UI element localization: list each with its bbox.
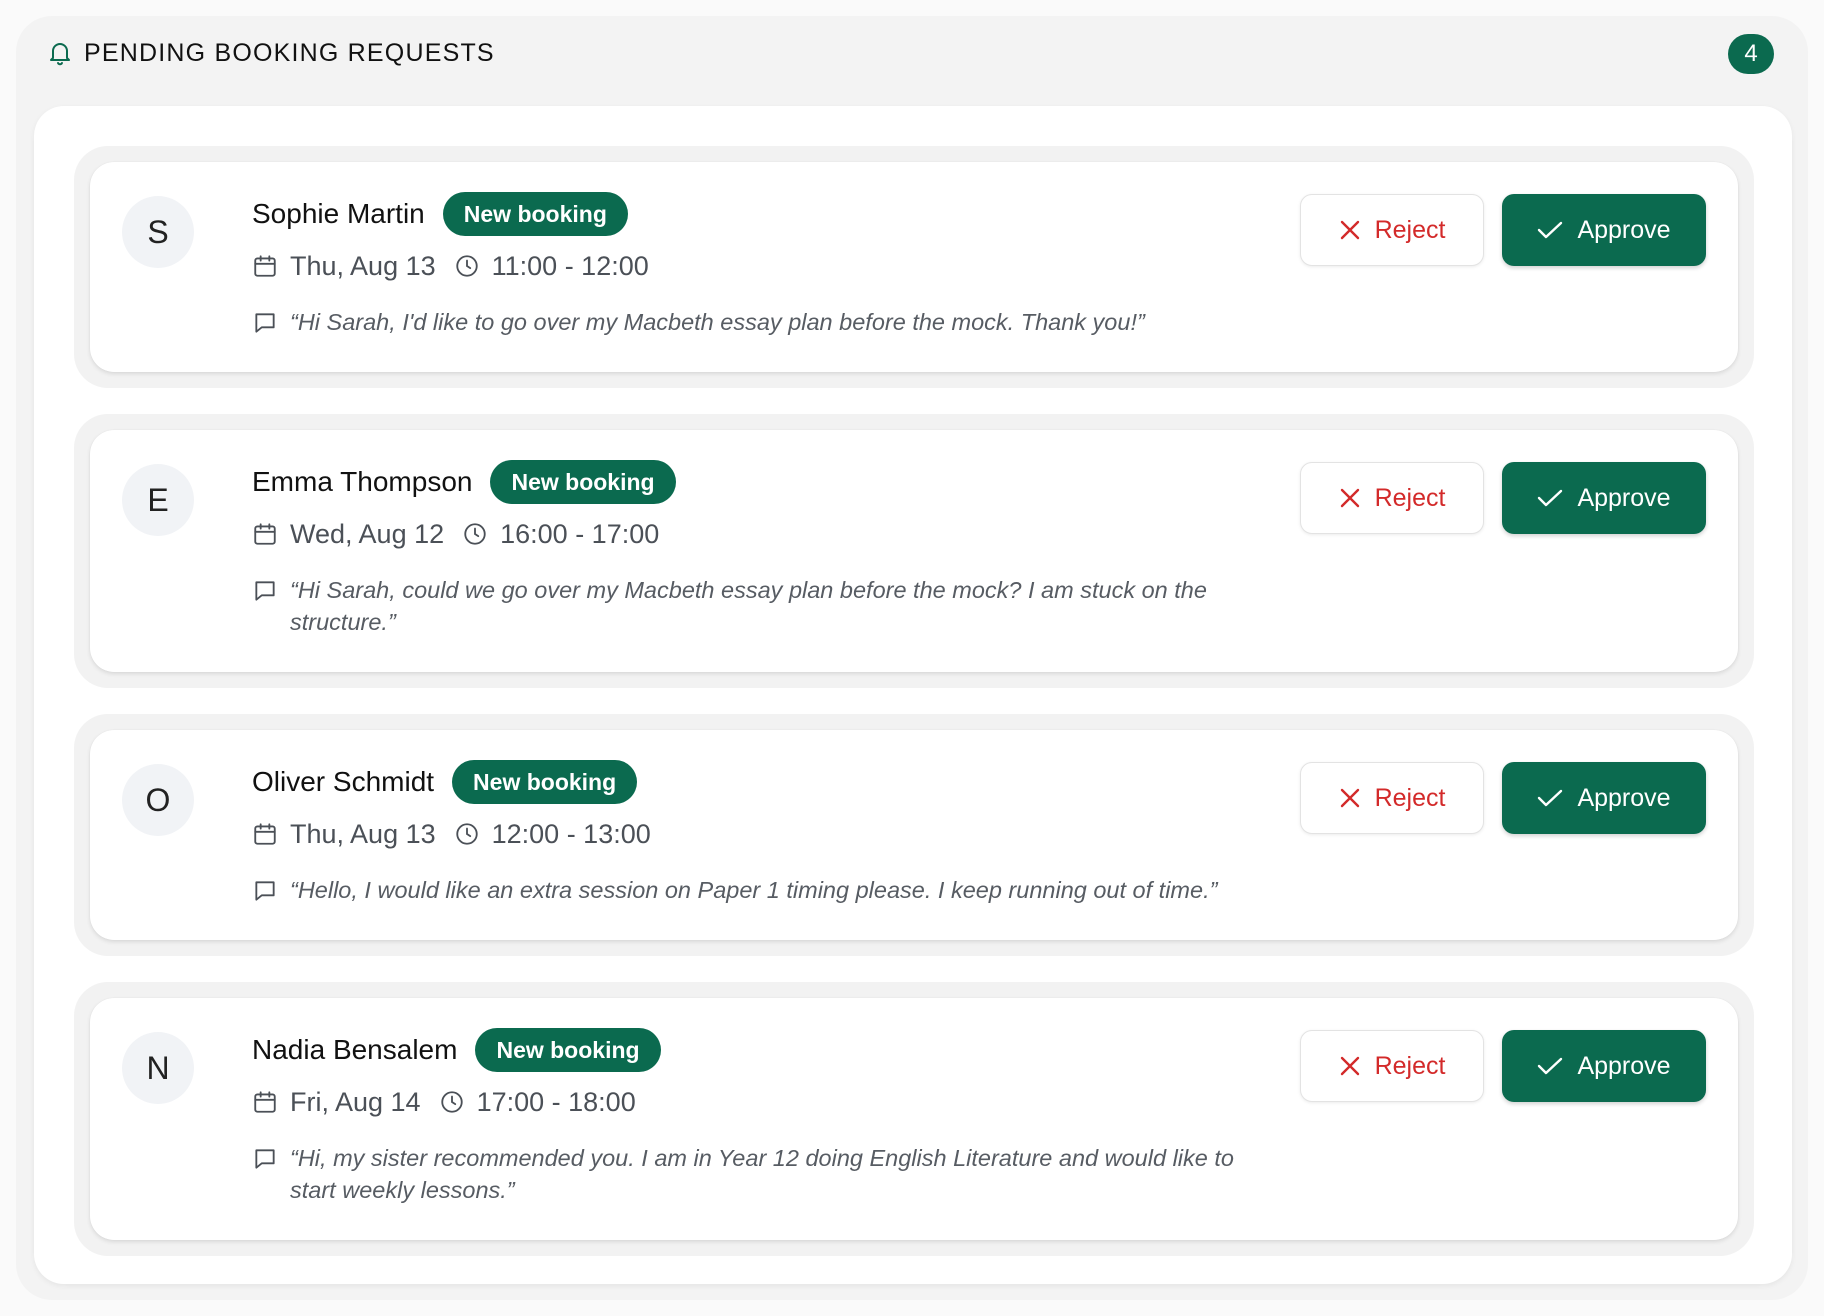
approve-button[interactable]: Approve [1502,762,1706,834]
booking-time: 12:00 - 13:00 [491,818,651,849]
request-item: N Nadia Bensalem New booking Fri, Aug 14… [74,982,1754,1256]
check-icon [1538,1057,1563,1075]
reject-button[interactable]: Reject [1300,762,1484,834]
pending-requests-panel: PENDING BOOKING REQUESTS 4 S Sophie Mart… [16,16,1808,1300]
message-icon [255,313,275,333]
pending-count-badge: 4 [1728,34,1774,74]
booking-date: Thu, Aug 13 [290,818,436,849]
new-booking-badge: New booking [475,1028,661,1072]
reject-button[interactable]: Reject [1300,194,1484,266]
request-card: E Emma Thompson New booking Wed, Aug 12 … [90,430,1738,672]
calendar-icon [254,1091,276,1113]
panel-title: PENDING BOOKING REQUESTS [84,39,495,67]
avatar: E [122,464,194,536]
request-list: S Sophie Martin New booking Thu, Aug 13 … [74,146,1754,1282]
close-icon [1340,220,1359,240]
booking-time: 17:00 - 18:00 [476,1086,636,1117]
booking-time: 11:00 - 12:00 [491,250,649,281]
calendar-icon [254,255,276,277]
booking-date: Thu, Aug 13 [290,250,436,281]
booking-time: 16:00 - 17:00 [500,518,660,549]
new-booking-badge: New booking [442,192,628,236]
reject-label: Reject [1374,215,1446,244]
reject-label: Reject [1374,1051,1446,1080]
student-name: Oliver Schmidt [252,766,435,797]
approve-label: Approve [1577,783,1671,812]
avatar: O [122,764,194,836]
check-icon [1538,489,1563,507]
request-message: “Hi Sarah, could we go over my Macbeth e… [290,577,1207,635]
check-icon [1538,221,1563,239]
new-booking-badge: New booking [490,460,676,504]
booking-date: Wed, Aug 12 [290,518,445,549]
request-message: “Hello, I would like an extra session on… [290,877,1218,903]
avatar: S [122,196,194,268]
close-icon [1340,788,1359,808]
clock-icon [455,823,478,845]
request-card: O Oliver Schmidt New booking Thu, Aug 13… [90,730,1738,940]
approve-button[interactable]: Approve [1502,194,1706,266]
reject-label: Reject [1374,483,1446,512]
request-message: “Hi Sarah, I'd like to go over my Macbet… [290,309,1145,335]
panel-header: PENDING BOOKING REQUESTS 4 [16,16,1808,88]
close-icon [1340,1056,1359,1076]
reject-button[interactable]: Reject [1300,462,1484,534]
message-icon [255,1149,275,1169]
booking-date: Fri, Aug 14 [290,1086,421,1117]
approve-label: Approve [1577,1051,1671,1080]
message-icon [255,581,275,601]
clock-icon [455,255,478,277]
request-card: S Sophie Martin New booking Thu, Aug 13 … [90,162,1738,372]
message-icon [255,881,275,901]
student-name: Nadia Bensalem [252,1034,458,1065]
check-icon [1538,789,1563,807]
request-card: N Nadia Bensalem New booking Fri, Aug 14… [90,998,1738,1240]
student-name: Sophie Martin [252,198,425,229]
request-item: S Sophie Martin New booking Thu, Aug 13 … [74,146,1754,388]
student-name: Emma Thompson [252,466,473,497]
request-item: O Oliver Schmidt New booking Thu, Aug 13… [74,714,1754,956]
clock-icon [464,523,486,545]
avatar: N [122,1032,194,1104]
calendar-icon [254,523,276,545]
bell-icon [50,43,70,66]
clock-icon [440,1091,463,1113]
requests-container: S Sophie Martin New booking Thu, Aug 13 … [34,106,1792,1284]
calendar-icon [254,823,276,845]
reject-button[interactable]: Reject [1300,1030,1484,1102]
new-booking-badge: New booking [452,760,638,804]
request-message: “Hi, my sister recommended you. I am in … [290,1145,1234,1203]
reject-label: Reject [1374,783,1446,812]
approve-button[interactable]: Approve [1502,1030,1706,1102]
close-icon [1340,488,1359,508]
approve-button[interactable]: Approve [1502,462,1706,534]
request-item: E Emma Thompson New booking Wed, Aug 12 … [74,414,1754,688]
approve-label: Approve [1577,215,1671,244]
approve-label: Approve [1577,483,1671,512]
